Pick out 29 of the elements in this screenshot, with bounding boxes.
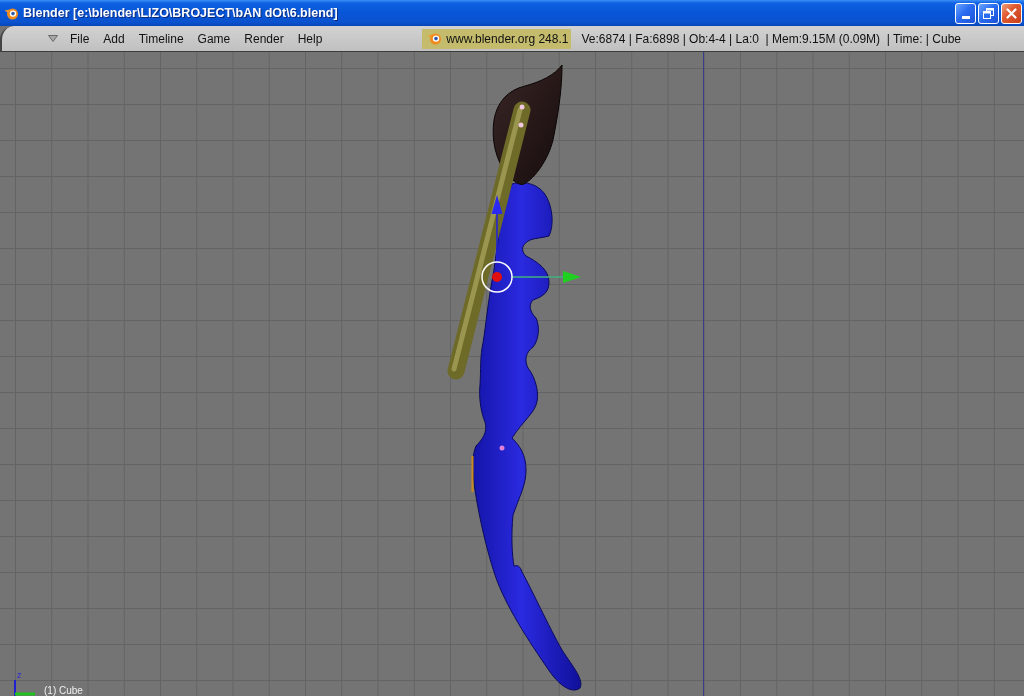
restore-icon [983,7,994,19]
z-axis-arrow[interactable] [491,195,503,263]
menu-item[interactable]: Add [96,28,132,49]
pivot-circle-icon[interactable] [481,261,513,293]
minimize-button[interactable] [955,2,976,24]
y-axis-arrow[interactable] [511,271,581,283]
menu-item[interactable]: Game [190,28,238,49]
minimize-icon [961,15,970,19]
vertex-dot-icon [519,104,525,110]
vertex-dot-icon [499,445,505,451]
app-logo-icon [4,6,19,20]
menu-item[interactable]: Render [237,28,291,49]
object-label: (1) Cube [44,685,83,696]
close-button[interactable] [1001,2,1022,24]
window-title: Blender [e:\blender\LIZO\BROJECT\bAN dOt\6.blend] [23,6,338,20]
version-text: www.blender.org 248.1 [446,31,569,46]
close-icon [1006,7,1017,19]
origin-dot-icon [492,272,502,282]
menu-item[interactable]: Help [290,28,330,49]
logo-icon [427,32,443,45]
menu-item[interactable]: Timeline [131,28,191,49]
restore-button[interactable] [978,2,999,24]
dropdown-triangle-icon[interactable] [48,35,58,42]
axis-label: z [17,670,22,680]
scene-stats-text: Ve:6874 | Fa:6898 | Ob:4-4 | La:0 | Mem:9.15M (0.09M) | Time: | Cube [581,31,961,46]
vertex-dot-icon [518,122,524,128]
axis-gizmo-icon [13,680,37,696]
side-sliver-shape [471,456,474,492]
menu-item[interactable]: File [63,28,97,49]
